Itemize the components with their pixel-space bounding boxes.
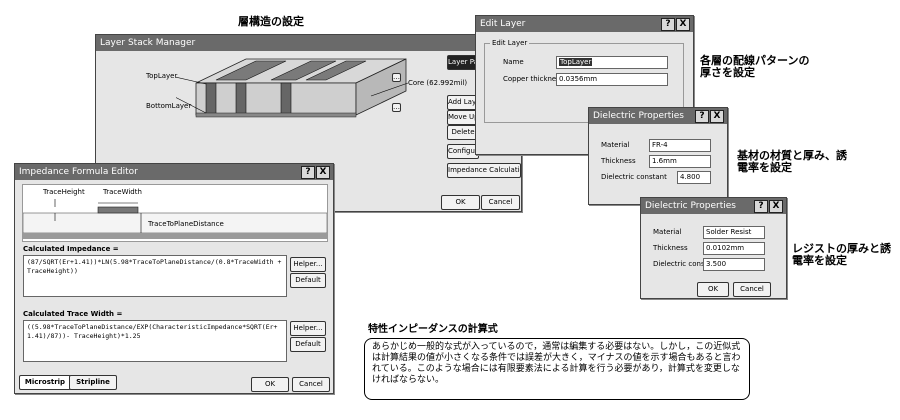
- thickness-field[interactable]: 1.6mm: [649, 155, 711, 168]
- cancel-button[interactable]: Cancel: [292, 377, 330, 392]
- window-title: Dielectric Properties: [645, 201, 736, 211]
- bottom-layer-label: BottomLayer: [146, 102, 192, 110]
- top-layer-label: TopLayer: [146, 72, 178, 80]
- bottom-layer-dots-button[interactable]: …: [392, 103, 401, 112]
- trace-width-formula-textbox[interactable]: ((5.98*TraceToPlaneDistance/EXP(Characte…: [23, 320, 287, 362]
- impedance-calculation-button[interactable]: Impedance Calculation...: [447, 163, 521, 178]
- calculated-impedance-label: Calculated Impedance =: [23, 245, 119, 253]
- thickness-label: Thickness: [601, 157, 636, 165]
- cancel-button[interactable]: Cancel: [481, 195, 520, 210]
- tab-microstrip[interactable]: Microstrip: [19, 375, 71, 390]
- calculated-trace-width-label: Calculated Trace Width =: [23, 310, 123, 318]
- caption-impedance-formula: 特性インピーダンスの計算式: [368, 324, 498, 335]
- trace-to-plane-label: TraceToPlaneDistance: [148, 220, 224, 228]
- helper-button-trace-width[interactable]: Helper...: [290, 321, 326, 336]
- close-icon[interactable]: X: [676, 18, 690, 31]
- close-icon[interactable]: X: [316, 166, 330, 179]
- name-value: TopLayer: [559, 58, 593, 66]
- caption-substrate: 基材の材質と厚み、誘電率を設定: [737, 149, 847, 174]
- material-label: Material: [653, 228, 682, 236]
- helper-button-impedance[interactable]: Helper...: [290, 257, 326, 272]
- dielectric-properties-window-substrate: Dielectric Properties ? X Material FR-4 …: [588, 107, 728, 205]
- material-field[interactable]: FR-4: [649, 139, 711, 152]
- impedance-formula-editor-window: Impedance Formula Editor ? X TraceHeight…: [14, 163, 334, 394]
- thickness-field[interactable]: 0.0102mm: [703, 242, 765, 255]
- ok-button[interactable]: OK: [697, 282, 729, 297]
- caption-resist: レジストの厚みと誘電率を設定: [792, 242, 891, 267]
- cancel-button[interactable]: Cancel: [733, 282, 771, 297]
- name-label: Name: [503, 58, 524, 66]
- caption-wiring-thickness: 各層の配線パターンの厚さを設定: [700, 54, 810, 79]
- title-bar: Impedance Formula Editor: [15, 164, 333, 180]
- window-title: Impedance Formula Editor: [19, 167, 138, 177]
- pcb-stack-illustration: [176, 58, 409, 118]
- trace-height-label: TraceHeight: [43, 188, 85, 196]
- help-icon[interactable]: ?: [754, 200, 768, 213]
- default-button-impedance[interactable]: Default: [290, 273, 326, 288]
- name-field[interactable]: TopLayer: [556, 56, 668, 69]
- trace-width-label: TraceWidth: [103, 188, 142, 196]
- window-title: Layer Stack Manager: [100, 38, 196, 48]
- dielectric-properties-window-resist: Dielectric Properties ? X Material Solde…: [640, 197, 787, 299]
- tab-stripline[interactable]: Stripline: [69, 375, 117, 390]
- caption-layer-structure: 層構造の設定: [238, 15, 304, 28]
- material-field[interactable]: Solder Resist: [703, 226, 765, 239]
- note-text: あらかじめ一般的な式が入っているので，通常は編集する必要はない。しかし，この近似…: [372, 342, 741, 385]
- top-layer-dots-button[interactable]: …: [392, 73, 401, 82]
- ok-button[interactable]: OK: [441, 195, 480, 210]
- help-icon[interactable]: ?: [661, 18, 675, 31]
- close-icon[interactable]: X: [710, 110, 724, 123]
- title-bar: Layer Stack Manager: [96, 35, 521, 51]
- dielectric-constant-field[interactable]: 4.800: [677, 171, 711, 184]
- copper-thickness-field[interactable]: 0.0356mm: [556, 73, 668, 86]
- copper-thickness-label: Copper thickness: [503, 75, 564, 83]
- dielectric-constant-label: Dielectric constant: [601, 173, 667, 181]
- material-label: Material: [601, 141, 630, 149]
- help-icon[interactable]: ?: [695, 110, 709, 123]
- group-title: Edit Layer: [490, 39, 530, 47]
- help-icon[interactable]: ?: [301, 166, 315, 179]
- impedance-formula-textbox[interactable]: (87/SQRT(Er+1.41))*LN(5.98*TraceToPlaneD…: [23, 255, 287, 297]
- thickness-label: Thickness: [653, 244, 688, 252]
- window-title: Edit Layer: [480, 19, 526, 29]
- cross-section-panel: TraceHeight TraceWidth TraceToPlaneDista…: [22, 184, 328, 242]
- core-label: Core (62.992mil): [408, 79, 468, 87]
- dielectric-constant-field[interactable]: 3.500: [703, 258, 765, 271]
- close-icon[interactable]: X: [769, 200, 783, 213]
- default-button-trace-width[interactable]: Default: [290, 337, 326, 352]
- window-title: Dielectric Properties: [593, 111, 684, 121]
- ok-button[interactable]: OK: [251, 377, 289, 392]
